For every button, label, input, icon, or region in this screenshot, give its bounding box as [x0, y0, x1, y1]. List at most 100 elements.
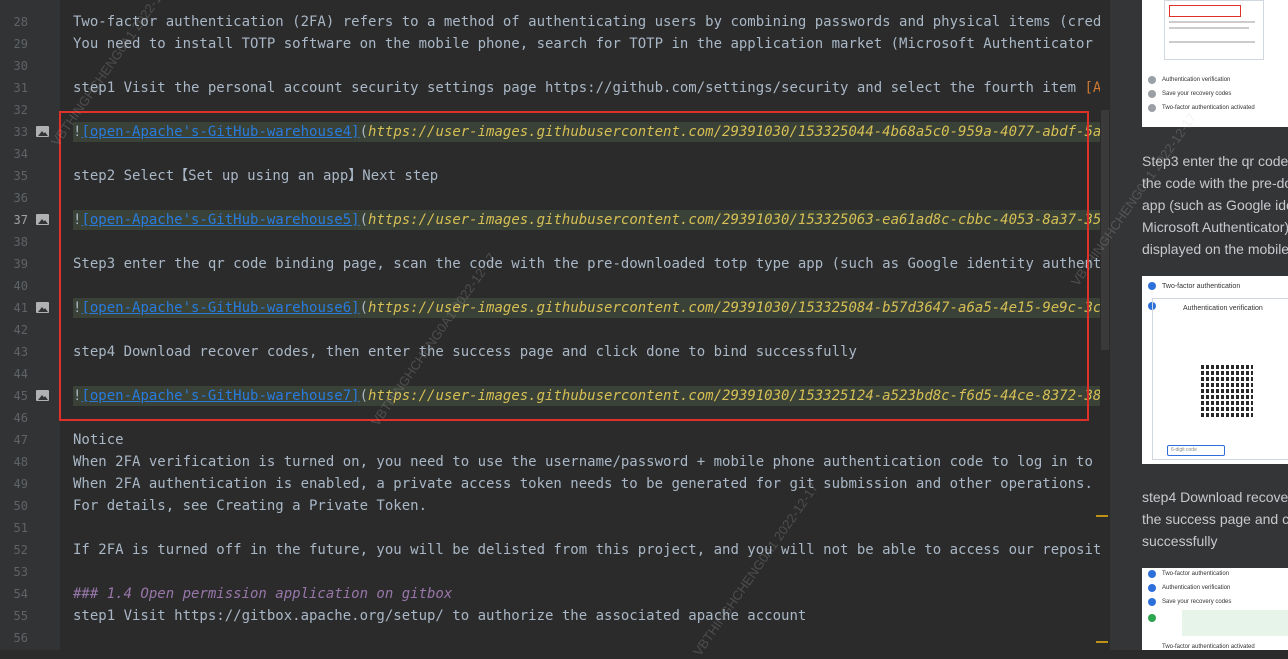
- editor-line[interactable]: 44: [0, 363, 1110, 385]
- editor-line[interactable]: 35 step2 Select【Set up using an app】Next …: [0, 165, 1110, 187]
- code-text[interactable]: ![open-Apache's-GitHub-warehouse5](https…: [73, 209, 1110, 231]
- editor-line[interactable]: 31 step1 Visit the personal account secur…: [0, 77, 1110, 99]
- code-text[interactable]: When 2FA authentication is enabled, a pr…: [73, 473, 1110, 495]
- step-icon: [1148, 76, 1156, 84]
- editor-line[interactable]: 34: [0, 143, 1110, 165]
- preview-step-label: Two-factor authentication activated: [1162, 644, 1255, 650]
- editor-line[interactable]: 30: [0, 55, 1110, 77]
- line-number[interactable]: 28: [0, 11, 28, 33]
- line-number[interactable]: 46: [0, 407, 28, 429]
- markdown-image-url[interactable]: https://user-images.githubusercontent.co…: [368, 300, 1110, 316]
- line-number[interactable]: 55: [0, 605, 28, 627]
- line-number[interactable]: 32: [0, 99, 28, 121]
- code-text[interactable]: ![open-Apache's-GitHub-warehouse4](https…: [73, 121, 1110, 143]
- line-number[interactable]: 44: [0, 363, 28, 385]
- line-number[interactable]: 51: [0, 517, 28, 539]
- line-number[interactable]: 29: [0, 33, 28, 55]
- code-text[interactable]: Step3 enter the qr code binding page, sc…: [73, 253, 1110, 275]
- editor-line[interactable]: 45 ![open-Apache's-GitHub-warehouse7](htt…: [0, 385, 1110, 407]
- step-icon: [1148, 282, 1156, 290]
- editor-line[interactable]: 47 Notice: [0, 429, 1110, 451]
- line-number[interactable]: 48: [0, 451, 28, 473]
- editor-line[interactable]: 33 ![open-Apache's-GitHub-warehouse4](htt…: [0, 121, 1110, 143]
- line-number[interactable]: 49: [0, 473, 28, 495]
- line-number[interactable]: 54: [0, 583, 28, 605]
- line-number[interactable]: 40: [0, 275, 28, 297]
- code-text[interactable]: Notice: [73, 429, 1110, 451]
- line-number[interactable]: 53: [0, 561, 28, 583]
- markdown-link-label[interactable]: [open-Apache's-GitHub-warehouse6]: [81, 300, 359, 316]
- editor-line[interactable]: 53: [0, 561, 1110, 583]
- image-preview-icon[interactable]: [36, 390, 49, 401]
- editor-line[interactable]: 29 You need to install TOTP software on t…: [0, 33, 1110, 55]
- editor-line[interactable]: 46: [0, 407, 1110, 429]
- markdown-paren: (: [359, 124, 369, 140]
- image-preview-icon[interactable]: [36, 214, 49, 225]
- code-text[interactable]: If 2FA is turned off in the future, you …: [73, 539, 1110, 561]
- editor-line[interactable]: 54 ### 1.4 Open permission application on…: [0, 583, 1110, 605]
- line-number[interactable]: 52: [0, 539, 28, 561]
- editor-line[interactable]: 41 ![open-Apache's-GitHub-warehouse6](htt…: [0, 297, 1110, 319]
- markdown-preview-pane[interactable]: Authentication verification Save your re…: [1110, 0, 1288, 650]
- line-number[interactable]: 38: [0, 231, 28, 253]
- line-number[interactable]: 56: [0, 627, 28, 649]
- line-number[interactable]: 39: [0, 253, 28, 275]
- markdown-link-label[interactable]: [open-Apache's-GitHub-warehouse7]: [81, 388, 359, 404]
- editor-line[interactable]: 32: [0, 99, 1110, 121]
- line-number[interactable]: 37: [0, 209, 28, 231]
- editor-line[interactable]: 49 When 2FA authentication is enabled, a …: [0, 473, 1110, 495]
- editor-line[interactable]: 36: [0, 187, 1110, 209]
- line-number[interactable]: 30: [0, 55, 28, 77]
- markdown-image-url[interactable]: https://user-images.githubusercontent.co…: [368, 388, 1110, 404]
- code-text[interactable]: step4 Download recover codes, then enter…: [73, 341, 1110, 363]
- editor-line[interactable]: 37 ![open-Apache's-GitHub-warehouse5](htt…: [0, 209, 1110, 231]
- line-number[interactable]: 41: [0, 297, 28, 319]
- code-text[interactable]: ![open-Apache's-GitHub-warehouse7](https…: [73, 385, 1110, 407]
- editor-line[interactable]: 55 step1 Visit https://gitbox.apache.org/…: [0, 605, 1110, 627]
- line-number[interactable]: 33: [0, 121, 28, 143]
- line-number[interactable]: 50: [0, 495, 28, 517]
- line-number[interactable]: 42: [0, 319, 28, 341]
- code-text[interactable]: step2 Select【Set up using an app】Next st…: [73, 165, 1110, 187]
- editor-line[interactable]: 48 When 2FA verification is turned on, yo…: [0, 451, 1110, 473]
- code-text[interactable]: step1 Visit https://gitbox.apache.org/se…: [73, 605, 1110, 627]
- markdown-link-label[interactable]: [open-Apache's-GitHub-warehouse4]: [81, 124, 359, 140]
- editor-line[interactable]: 43 step4 Download recover codes, then ent…: [0, 341, 1110, 363]
- code-text[interactable]: You need to install TOTP software on the…: [73, 33, 1110, 55]
- editor-line[interactable]: 50 For details, see Creating a Private To…: [0, 495, 1110, 517]
- line-number[interactable]: 47: [0, 429, 28, 451]
- code-text[interactable]: ### 1.4 Open permission application on g…: [73, 583, 1110, 605]
- image-preview-icon[interactable]: [36, 126, 49, 137]
- editor-scrollbar[interactable]: [1100, 0, 1110, 650]
- code-text[interactable]: For details, see Creating a Private Toke…: [73, 495, 1110, 517]
- code-text[interactable]: When 2FA verification is turned on, you …: [73, 451, 1110, 473]
- error-stripe-marker[interactable]: [1096, 515, 1108, 517]
- preview-image-setup-app: Authentication verification Save your re…: [1142, 0, 1288, 127]
- editor-line[interactable]: 40: [0, 275, 1110, 297]
- line-number[interactable]: 35: [0, 165, 28, 187]
- line-number[interactable]: 31: [0, 77, 28, 99]
- markdown-link-label[interactable]: [open-Apache's-GitHub-warehouse5]: [81, 212, 359, 228]
- scrollbar-thumb[interactable]: [1101, 110, 1109, 350]
- markdown-image-url[interactable]: https://user-images.githubusercontent.co…: [368, 212, 1110, 228]
- line-number[interactable]: 36: [0, 187, 28, 209]
- error-stripe-marker[interactable]: [1096, 641, 1108, 643]
- markdown-image-url[interactable]: https://user-images.githubusercontent.co…: [368, 124, 1110, 140]
- editor-line[interactable]: 38: [0, 231, 1110, 253]
- check-icon: [1148, 614, 1156, 622]
- editor-line[interactable]: 51: [0, 517, 1110, 539]
- editor-line[interactable]: 42: [0, 319, 1110, 341]
- code-text[interactable]: step1 Visit the personal account securit…: [73, 77, 1110, 99]
- line-number[interactable]: 45: [0, 385, 28, 407]
- editor-line[interactable]: 39 Step3 enter the qr code binding page, …: [0, 253, 1110, 275]
- code-text[interactable]: ![open-Apache's-GitHub-warehouse6](https…: [73, 297, 1110, 319]
- line-number[interactable]: 34: [0, 143, 28, 165]
- code-text[interactable]: Two-factor authentication (2FA) refers t…: [73, 11, 1110, 33]
- verification-card: Authentication verification 6-digit code: [1152, 298, 1288, 460]
- code-input-placeholder: 6-digit code: [1171, 447, 1197, 453]
- editor-line[interactable]: 52 If 2FA is turned off in the future, yo…: [0, 539, 1110, 561]
- line-number[interactable]: 43: [0, 341, 28, 363]
- image-preview-icon[interactable]: [36, 302, 49, 313]
- editor-line[interactable]: 56: [0, 627, 1110, 649]
- editor-line[interactable]: 28 Two-factor authentication (2FA) refers…: [0, 11, 1110, 33]
